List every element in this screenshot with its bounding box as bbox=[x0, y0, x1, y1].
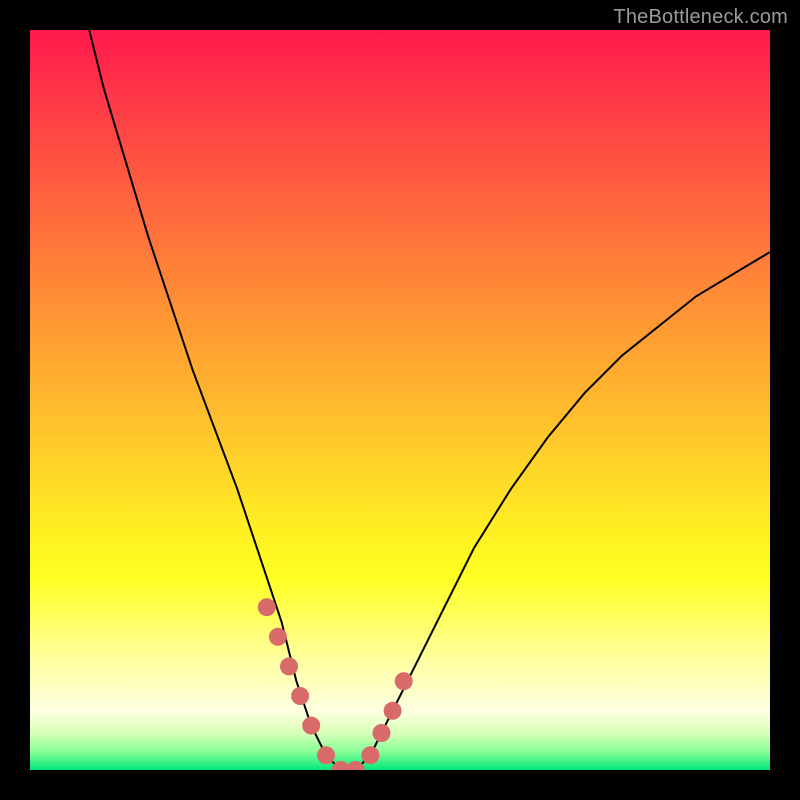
highlight-dot bbox=[373, 724, 391, 742]
watermark-text: TheBottleneck.com bbox=[613, 6, 788, 29]
highlight-dot bbox=[269, 628, 287, 646]
plot-area bbox=[30, 30, 770, 770]
bottleneck-curve bbox=[89, 30, 770, 770]
highlight-dot bbox=[361, 746, 379, 764]
highlight-dot bbox=[302, 717, 320, 735]
highlight-dot bbox=[258, 598, 276, 616]
highlight-dots bbox=[258, 598, 413, 770]
highlight-dot bbox=[384, 702, 402, 720]
highlight-dot bbox=[317, 746, 335, 764]
highlight-dot bbox=[395, 672, 413, 690]
highlight-dot bbox=[291, 687, 309, 705]
chart-container: TheBottleneck.com bbox=[0, 0, 800, 800]
highlight-dot bbox=[280, 657, 298, 675]
curve-svg bbox=[30, 30, 770, 770]
